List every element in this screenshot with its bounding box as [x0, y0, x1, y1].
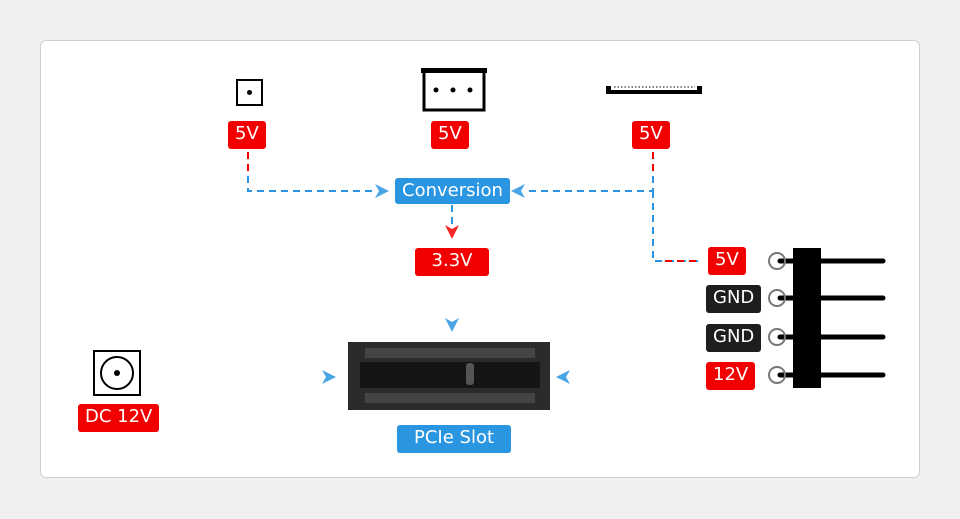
- header-pin-label: GND: [706, 285, 762, 313]
- header-pin-label: 5V: [708, 247, 746, 275]
- fpc-connector-icon: [606, 86, 702, 94]
- 3-pin-connector-icon: [421, 68, 487, 112]
- header-pin-label: GND: [706, 324, 762, 352]
- source-5v-label: 5V: [228, 121, 266, 149]
- single-pin-header-icon: [236, 79, 263, 106]
- pcie-slot-icon: [348, 342, 550, 410]
- header-pin-label: 12V: [706, 362, 756, 390]
- dc-barrel-jack-icon: [93, 350, 141, 396]
- pcie-slot-label: PCIe Slot: [397, 425, 511, 453]
- source-5v-label: 5V: [431, 121, 469, 149]
- wire-5v-left: [247, 152, 375, 192]
- wire-5v-right: [525, 152, 654, 192]
- output-3v3-label: 3.3V: [415, 248, 489, 276]
- source-5v-label: 5V: [632, 121, 670, 149]
- wire-header-5v: [652, 191, 700, 262]
- conversion-node: Conversion: [395, 178, 510, 204]
- dc-input-label: DC 12V: [78, 404, 160, 432]
